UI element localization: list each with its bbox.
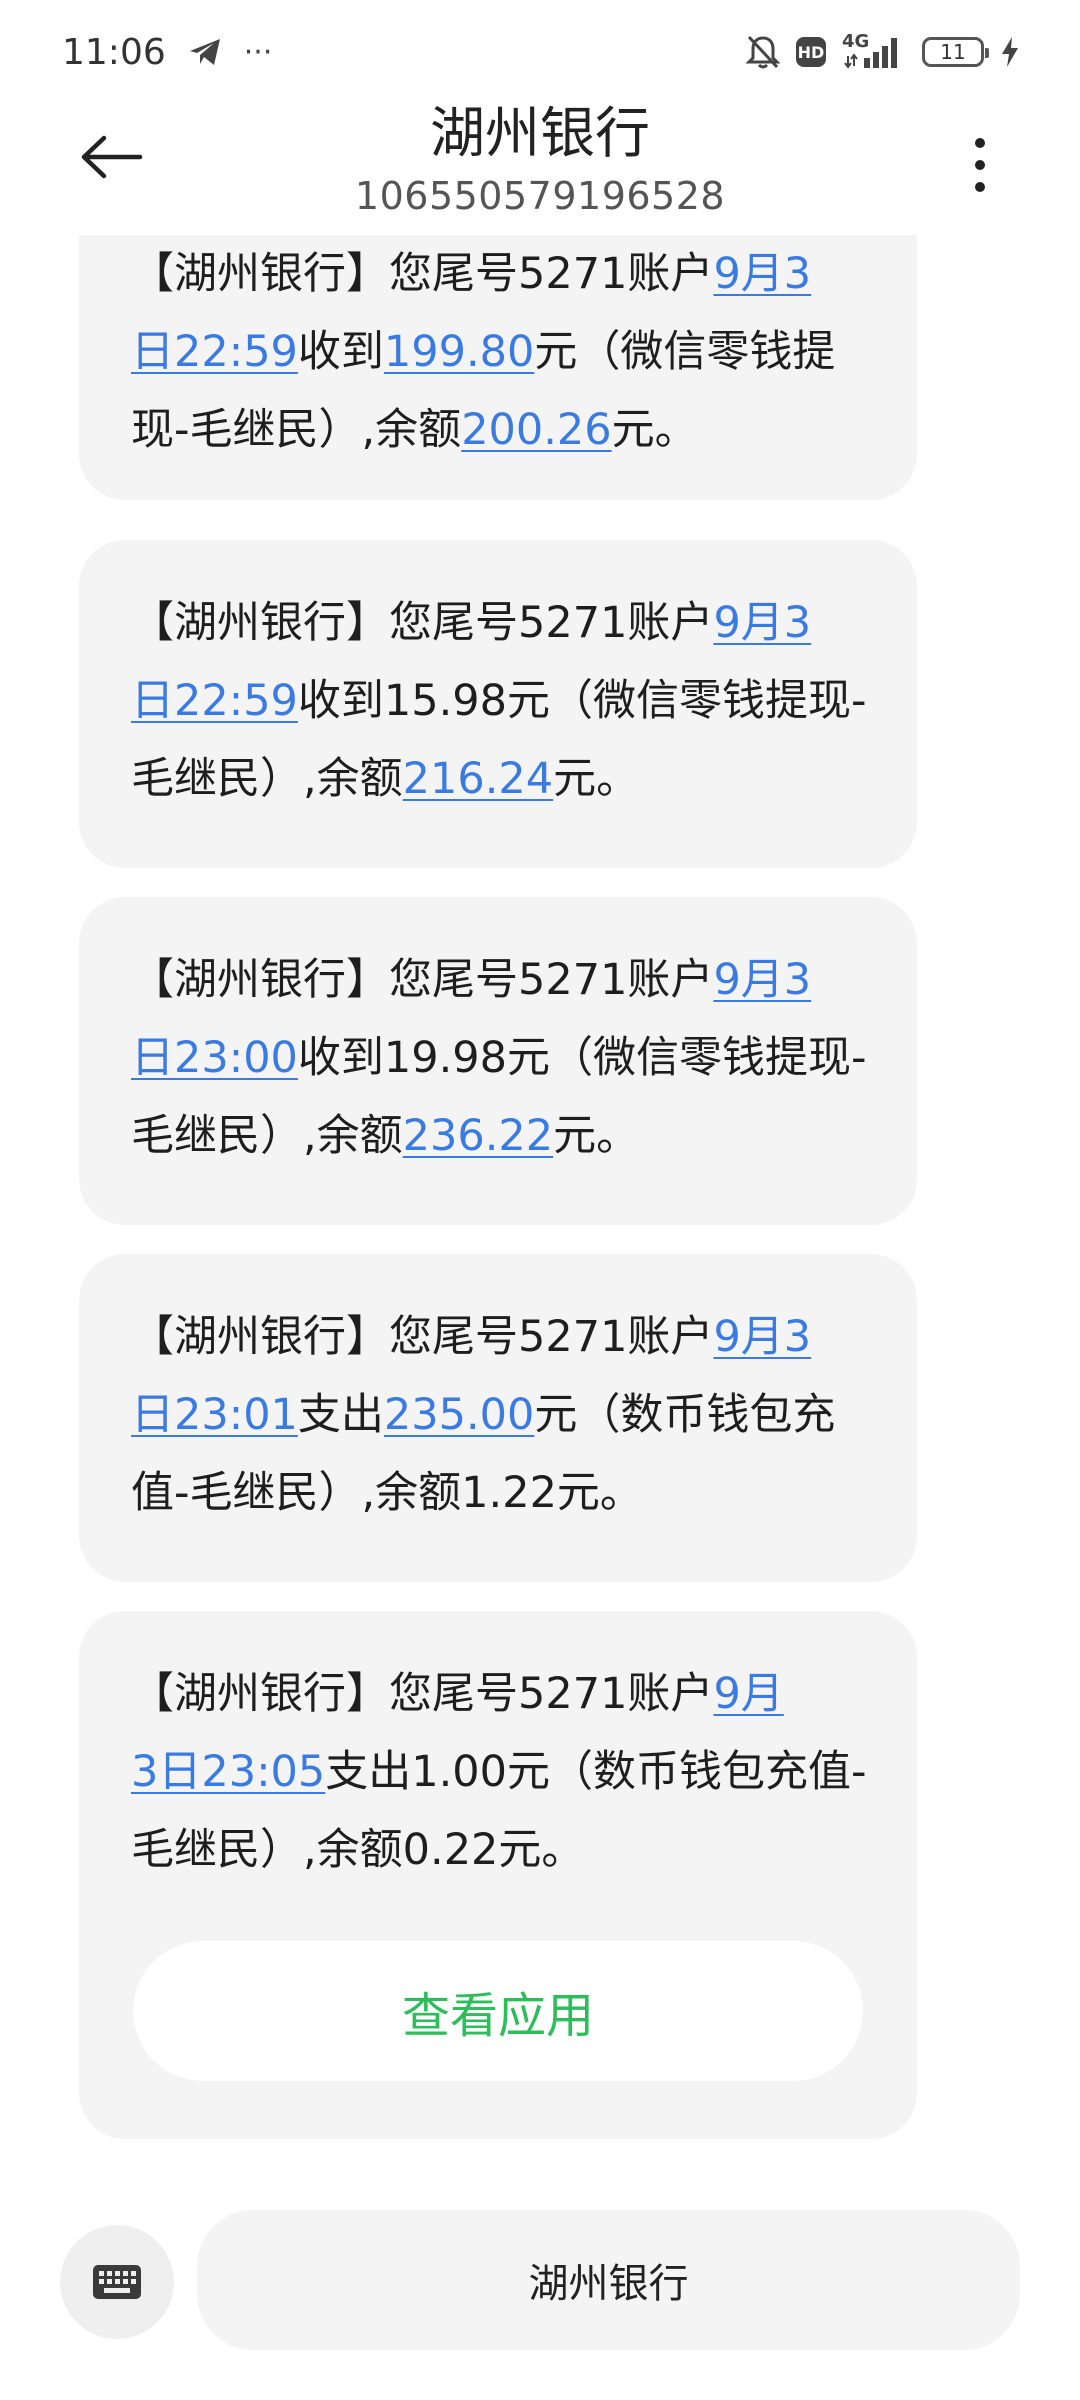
more-options-button[interactable] (945, 125, 1015, 205)
message-text: 【湖州银行】您尾号5271账户9月3 日22:59收到15.98元（微信零钱提现-… (131, 598, 867, 804)
battery-level: 11 (940, 40, 966, 64)
message-list[interactable]: 【湖州银行】您尾号5271账户9月3 日22:59收到199.80元（微信零钱提现… (0, 235, 1080, 2165)
date-link[interactable]: 9月 (713, 1669, 783, 1719)
status-time: 11:06 (62, 31, 166, 73)
date-link[interactable]: 9月3 (713, 1312, 811, 1362)
date-link[interactable]: 3日23:05 (131, 1747, 325, 1797)
date-link[interactable]: 日23:01 (131, 1390, 298, 1440)
message-text: 【湖州银行】您尾号5271账户9月3 日23:01支出235.00元（数币钱包充值… (131, 1312, 836, 1518)
date-link[interactable]: 日22:59 (131, 676, 298, 726)
balance-link[interactable]: 216.24 (403, 754, 553, 804)
message-bubble[interactable]: 【湖州银行】您尾号5271账户9月3 日23:00收到19.98元（微信零钱提现-… (79, 897, 917, 1225)
status-left: 11:06 ··· (62, 32, 272, 73)
balance-link[interactable]: 236.22 (403, 1111, 553, 1161)
message-bubble[interactable]: 【湖州银行】您尾号5271账户9月 3日23:05支出1.00元（数币钱包充值-毛… (79, 1611, 917, 2139)
status-more-dots: ··· (243, 34, 273, 70)
amount-link[interactable]: 235.00 (384, 1390, 534, 1440)
date-link[interactable]: 日22:59 (131, 327, 298, 377)
bell-muted-icon (746, 34, 780, 70)
contact-name: 湖州银行 (429, 101, 650, 165)
battery-icon: 11 (922, 37, 989, 67)
date-link[interactable]: 9月3 (713, 249, 811, 299)
telegram-icon (188, 37, 222, 67)
message-bubble[interactable]: 【湖州银行】您尾号5271账户9月3 日23:01支出235.00元（数币钱包充值… (79, 1254, 917, 1582)
hd-icon: HD (796, 37, 826, 67)
message-text: 【湖州银行】您尾号5271账户9月 3日23:05支出1.00元（数币钱包充值-毛… (131, 1669, 867, 1875)
message-text: 【湖州银行】您尾号5271账户9月3 日22:59收到199.80元（微信零钱提现… (131, 249, 836, 455)
conversation-header: 湖州银行 106550579196528 (0, 95, 1080, 235)
status-right: HD 4G 11 (746, 33, 1020, 70)
charging-icon (1000, 36, 1020, 68)
contact-number: 106550579196528 (354, 174, 726, 218)
message-text: 【湖州银行】您尾号5271账户9月3 日23:00收到19.98元（微信零钱提现-… (131, 955, 867, 1161)
sender-menu-button[interactable]: 湖州银行 (197, 2210, 1020, 2350)
date-link[interactable]: 日23:00 (131, 1033, 298, 1083)
signal-icon: 4G (842, 33, 906, 70)
status-bar: 11:06 ··· HD 4G 11 (0, 0, 1080, 104)
keyboard-icon (93, 2265, 141, 2299)
balance-link[interactable]: 200.26 (461, 405, 611, 455)
date-link[interactable]: 9月3 (713, 955, 811, 1005)
date-link[interactable]: 9月3 (713, 598, 811, 648)
message-bubble[interactable]: 【湖州银行】您尾号5271账户9月3 日22:59收到199.80元（微信零钱提现… (79, 235, 917, 500)
more-vertical-icon (975, 138, 985, 192)
amount-link[interactable]: 199.80 (384, 327, 534, 377)
view-app-button[interactable]: 查看应用 (133, 1941, 863, 2081)
keyboard-button[interactable] (60, 2225, 174, 2339)
message-bubble[interactable]: 【湖州银行】您尾号5271账户9月3 日22:59收到15.98元（微信零钱提现-… (79, 540, 917, 868)
